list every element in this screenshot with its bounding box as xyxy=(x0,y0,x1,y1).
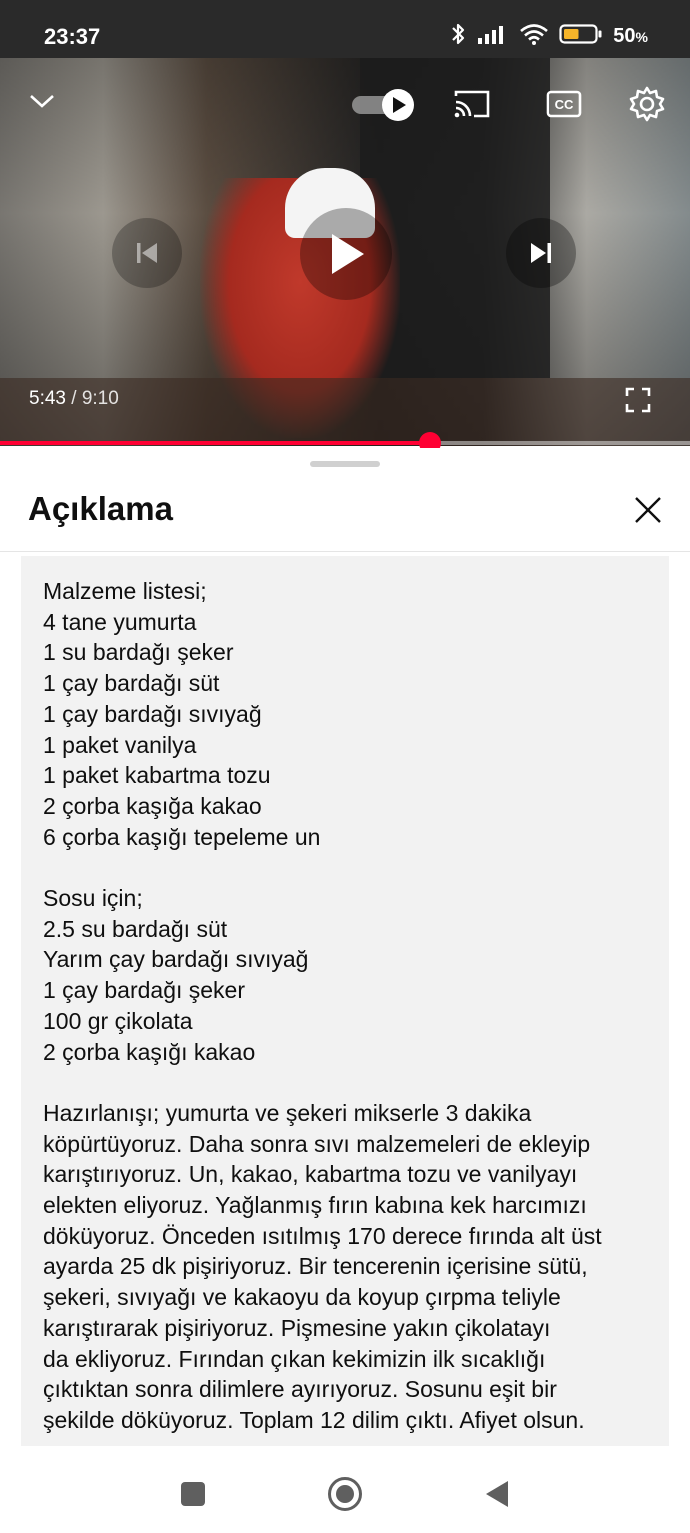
sauce-line: 2.5 su bardağı süt xyxy=(43,915,228,942)
preparation-text: Hazırlanışı; yumurta ve şekeri mikserle … xyxy=(43,1098,653,1436)
status-bar: 23:37 50% xyxy=(0,0,690,58)
sauce-list: Sosu için; 2.5 su bardağı süt Yarım çay ba… xyxy=(43,883,653,1067)
sauce-line: 2 çorba kaşığı kakao xyxy=(43,1038,256,1065)
current-time: 5:43 xyxy=(29,388,66,409)
captions-icon[interactable]: CC xyxy=(544,86,584,122)
ingredient-line: 1 su bardağı şeker xyxy=(43,639,234,666)
svg-text:CC: CC xyxy=(555,97,574,112)
ingredient-line: 4 tane yumurta xyxy=(43,608,197,635)
cast-icon[interactable] xyxy=(450,86,494,122)
back-icon xyxy=(486,1481,508,1507)
bluetooth-icon xyxy=(449,22,467,51)
description-sheet: Açıklama Malzeme listesi; 4 tane yumurta 1… xyxy=(0,448,690,1533)
duration: 9:10 xyxy=(81,388,119,409)
play-icon xyxy=(332,234,364,274)
ingredient-line: 6 çorba kaşığı tepeleme un xyxy=(43,823,321,850)
signal-icon xyxy=(477,23,509,50)
system-nav-bar xyxy=(0,1448,690,1533)
description-box: Malzeme listesi; 4 tane yumurta 1 su barda… xyxy=(21,556,669,1446)
close-icon xyxy=(635,497,661,523)
battery-icon xyxy=(559,23,603,50)
ingredients-list: Malzeme listesi; 4 tane yumurta 1 su barda… xyxy=(43,576,653,852)
progress-fill xyxy=(0,441,431,445)
preparation-line: köpürtüyoruz. Daha sonra sıvı malzemeler… xyxy=(43,1130,591,1157)
home-icon xyxy=(328,1477,362,1511)
divider xyxy=(0,551,690,552)
recents-icon xyxy=(181,1482,205,1506)
ingredient-line: 2 çorba kaşığa kakao xyxy=(43,792,262,819)
ingredient-line: 1 paket vanilya xyxy=(43,731,197,758)
preparation-line: ayarda 25 dk pişiriyoruz. Bir tencerenin… xyxy=(43,1253,588,1280)
sauce-line: 100 gr çikolata xyxy=(43,1007,193,1034)
play-button[interactable] xyxy=(300,208,392,300)
sauce-line: 1 çay bardağı şeker xyxy=(43,977,246,1004)
progress-bar[interactable] xyxy=(0,432,690,454)
fullscreen-icon[interactable] xyxy=(620,384,656,416)
recents-button[interactable] xyxy=(173,1474,213,1514)
back-button[interactable] xyxy=(477,1474,517,1514)
time-readout: 5:43 / 9:10 xyxy=(29,388,119,409)
wifi-icon xyxy=(519,23,549,50)
video-player[interactable]: CC 5:43 / 9:10 xyxy=(0,58,690,446)
preparation-line: karıştırarak pişiriyoruz. Pişmesine yakı… xyxy=(43,1314,551,1341)
preparation-line: çıktıktan sonra dilimlere ayırıyoruz. So… xyxy=(43,1376,557,1403)
preparation-line: şekeri, sıvıyağı ve kakaoyu da koyup çır… xyxy=(43,1284,561,1311)
preparation-line: şekilde döküyoruz. Toplam 12 dilim çıktı… xyxy=(43,1406,585,1433)
previous-button[interactable] xyxy=(112,218,182,288)
preparation-line: döküyoruz. Önceden ısıtılmış 170 derece … xyxy=(43,1222,602,1249)
sauce-line: Yarım çay bardağı sıvıyağ xyxy=(43,946,309,973)
ingredient-line: Malzeme listesi; xyxy=(43,578,207,604)
autoplay-toggle[interactable] xyxy=(350,88,418,122)
next-button[interactable] xyxy=(506,218,576,288)
status-time: 23:37 xyxy=(44,24,101,49)
collapse-icon[interactable] xyxy=(22,86,62,116)
drag-handle[interactable] xyxy=(310,461,380,467)
settings-icon[interactable] xyxy=(626,84,668,124)
home-button[interactable] xyxy=(325,1474,365,1514)
close-button[interactable] xyxy=(626,488,670,532)
ingredient-line: 1 çay bardağı sıvıyağ xyxy=(43,700,262,727)
preparation-line: elekten eliyoruz. Yağlanmış fırın kabına… xyxy=(43,1192,587,1219)
next-icon xyxy=(531,243,551,263)
preparation-line: karıştırıyoruz. Un, kakao, kabartma tozu… xyxy=(43,1161,578,1188)
ingredient-line: 1 paket kabartma tozu xyxy=(43,762,271,789)
battery-percent: 50% xyxy=(613,25,648,47)
preparation-line: Hazırlanışı; yumurta ve şekeri mikserle … xyxy=(43,1099,532,1126)
preparation-line: da ekliyoruz. Fırından çıkan kekimizin i… xyxy=(43,1345,546,1372)
previous-icon xyxy=(137,243,157,263)
status-icons: 50% xyxy=(449,22,648,51)
description-text: Malzeme listesi; 4 tane yumurta 1 su barda… xyxy=(43,576,653,1436)
sauce-line: Sosu için; xyxy=(43,885,143,912)
ingredient-line: 1 çay bardağı süt xyxy=(43,670,220,697)
sheet-title: Açıklama xyxy=(28,490,173,527)
